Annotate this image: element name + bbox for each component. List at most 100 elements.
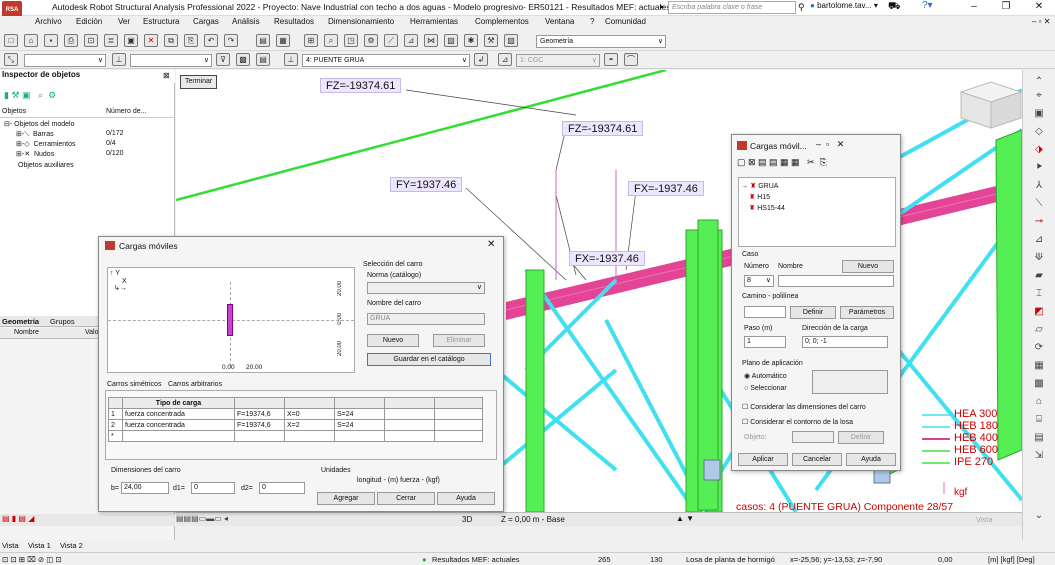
scroll-down-icon[interactable]: ⌄ [1031, 510, 1047, 522]
frame-icon[interactable]: ⌂ [1031, 396, 1047, 408]
profile-icon[interactable]: ⌶ [1031, 288, 1047, 300]
copy-icon[interactable]: ⧉ [164, 34, 178, 47]
scroll-up-icon[interactable]: ⌃ [1031, 76, 1047, 88]
define-route-button[interactable]: Definir [790, 306, 836, 319]
selection-combo[interactable]: ∨ [24, 54, 106, 67]
results-icon[interactable]: ▤ [1031, 432, 1047, 444]
row-extra-1[interactable] [384, 408, 435, 420]
delete-icon[interactable]: ✕ [144, 34, 158, 47]
tab-vista-2[interactable]: Vista 2 [60, 541, 83, 550]
radio-automatic[interactable]: ◉ Automático [744, 372, 787, 380]
section-icon[interactable]: ⊿ [404, 34, 418, 47]
expand-arrow-icon[interactable]: ▸ [660, 2, 664, 11]
member-icon[interactable]: ⯈ [1031, 162, 1047, 174]
tab-arbitrary[interactable]: Carros arbitrarios [168, 381, 222, 388]
route-input[interactable] [744, 306, 786, 318]
panel-tool-icons[interactable]: ▤ ▮ ▤ ◢ [2, 514, 34, 523]
row-force[interactable]: F=19374,6 [234, 419, 285, 431]
load-case-combo[interactable]: 4: PUENTE GRUA ∨ [302, 54, 470, 67]
display-settings-icon[interactable]: ▣ [1031, 108, 1047, 120]
section-view-icon[interactable]: ◇ [1031, 126, 1047, 138]
select-icon[interactable]: ⤡ [4, 53, 18, 66]
brush-icon[interactable]: ⬗ [1031, 144, 1047, 156]
stairs-icon[interactable]: ⌸ [1031, 414, 1047, 426]
menu-edicion[interactable]: Edición [76, 17, 102, 26]
mdi-controls[interactable]: – ▫ ✕ [1032, 17, 1050, 26]
row-x[interactable]: X=2 [284, 419, 335, 431]
vehicle-name-input[interactable]: GRUA [367, 313, 485, 325]
tab-groups[interactable]: Grupos [50, 317, 75, 326]
row-x[interactable]: X=0 [284, 408, 335, 420]
menu-resultados[interactable]: Resultados [274, 17, 314, 26]
close-panel-icon[interactable]: ⊠ [163, 71, 170, 80]
table-icon[interactable]: ▤ [256, 34, 270, 47]
tree-aux-objects[interactable]: Objetos auxiliares [18, 162, 74, 169]
user-account[interactable]: ● bartolome.tav... ▾ [810, 1, 878, 10]
menu-cargas[interactable]: Cargas [193, 17, 219, 26]
diagram-icon[interactable]: ⋈ [424, 34, 438, 47]
rotate-icon[interactable]: ⟳ [1031, 342, 1047, 354]
report-icon[interactable]: ≣ [104, 34, 118, 47]
new-case-button[interactable]: Nuevo [842, 260, 894, 273]
tab-vista[interactable]: Vista [2, 541, 19, 550]
view-tool-icons[interactable]: ▤▤▤▭▬▭ ◂ [176, 514, 228, 523]
mesh-icon[interactable]: ▱ [1031, 324, 1047, 336]
export-icon[interactable]: ⇲ [1031, 450, 1047, 462]
vehicle-item-h15[interactable]: ♜ H15 [749, 193, 770, 201]
menu-ver[interactable]: Ver [118, 17, 130, 26]
add-button[interactable]: Agregar [317, 492, 375, 505]
case-next-icon[interactable]: ↲ [474, 53, 488, 66]
table-row[interactable]: 1 fuerza concentrada F=19374,6 X=0 S=24 [108, 408, 483, 420]
layout-combo[interactable]: Geometría ∨ [536, 35, 666, 48]
vehicle-item-hs15[interactable]: ♜ HS15-44 [749, 204, 785, 212]
tree-model-objects[interactable]: ⊟- Objetos del modelo [4, 120, 74, 128]
menu-estructura[interactable]: Estructura [143, 17, 179, 26]
settings-icon[interactable]: ⚙ [364, 34, 378, 47]
search-input[interactable]: Escriba palabra clave o frase [668, 1, 796, 14]
grid-view-icon[interactable]: ▩ [1031, 378, 1047, 390]
screen-capture-icon[interactable]: ▣ [124, 34, 138, 47]
view-mode[interactable]: 3D [462, 515, 472, 524]
cart-icon[interactable]: ⛟ [888, 1, 901, 14]
delete-vehicle-button[interactable]: Eliminar [433, 334, 485, 347]
row-s[interactable]: S=24 [334, 419, 385, 431]
vehicle-item-grua[interactable]: → ♜ GRUA [741, 182, 778, 190]
d2-input[interactable]: 0 [259, 482, 305, 494]
zoom-icon[interactable]: ⌕ [324, 34, 338, 47]
color-icon[interactable]: ◩ [1031, 306, 1047, 318]
level-arrows[interactable]: ▲ ▼ [676, 514, 694, 523]
view-style-icon[interactable]: ⌒ [624, 53, 638, 66]
print-preview-icon[interactable]: ⊡ [84, 34, 98, 47]
menu-analisis[interactable]: Análisis [232, 17, 260, 26]
menu-help[interactable]: ? [590, 17, 594, 26]
bars-select-icon[interactable]: ⊥ [112, 53, 126, 66]
design-icon[interactable]: ⚒ [484, 34, 498, 47]
checkbox-dims[interactable]: ☐ Considerar las dimensiones del carro [742, 403, 866, 411]
tab-vista-1[interactable]: Vista 1 [28, 541, 51, 550]
plane-select[interactable] [812, 370, 888, 394]
tab-geometry[interactable]: Geometría [2, 317, 39, 326]
row-extra-1[interactable] [384, 419, 435, 431]
grid-icon[interactable]: ▩ [236, 53, 250, 66]
tree-cladding[interactable]: ⊞-◇ Cerramientos [16, 140, 76, 148]
tables-icon[interactable]: ▦ [276, 34, 290, 47]
row-force[interactable] [234, 430, 285, 442]
step-input[interactable]: 1 [744, 336, 786, 348]
parameters-button[interactable]: Parámetros [840, 306, 894, 319]
binoculars-icon[interactable]: ⚲ [798, 2, 805, 13]
case-icon[interactable]: ⊥ [284, 53, 298, 66]
menu-comunidad[interactable]: Comunidad [605, 17, 646, 26]
row-s[interactable]: S=24 [334, 408, 385, 420]
row-extra-2[interactable] [434, 419, 483, 431]
close-dialog-button[interactable]: Cerrar [377, 492, 435, 505]
paste-icon[interactable]: ⎘ [184, 34, 198, 47]
apply-button[interactable]: Aplicar [738, 453, 788, 466]
tree-nodes[interactable]: ⊞-✕ Nudos [16, 150, 54, 158]
menu-complementos[interactable]: Complementos [475, 17, 529, 26]
layout-icon[interactable]: ▧ [504, 34, 518, 47]
small-help-button[interactable]: Ayuda [846, 453, 896, 466]
tree-bars[interactable]: ⊞-⟍ Barras [16, 130, 54, 139]
norma-select[interactable]: ∨ [367, 282, 485, 294]
calculate-icon[interactable]: ⊞ [304, 34, 318, 47]
row-type[interactable] [122, 430, 235, 442]
